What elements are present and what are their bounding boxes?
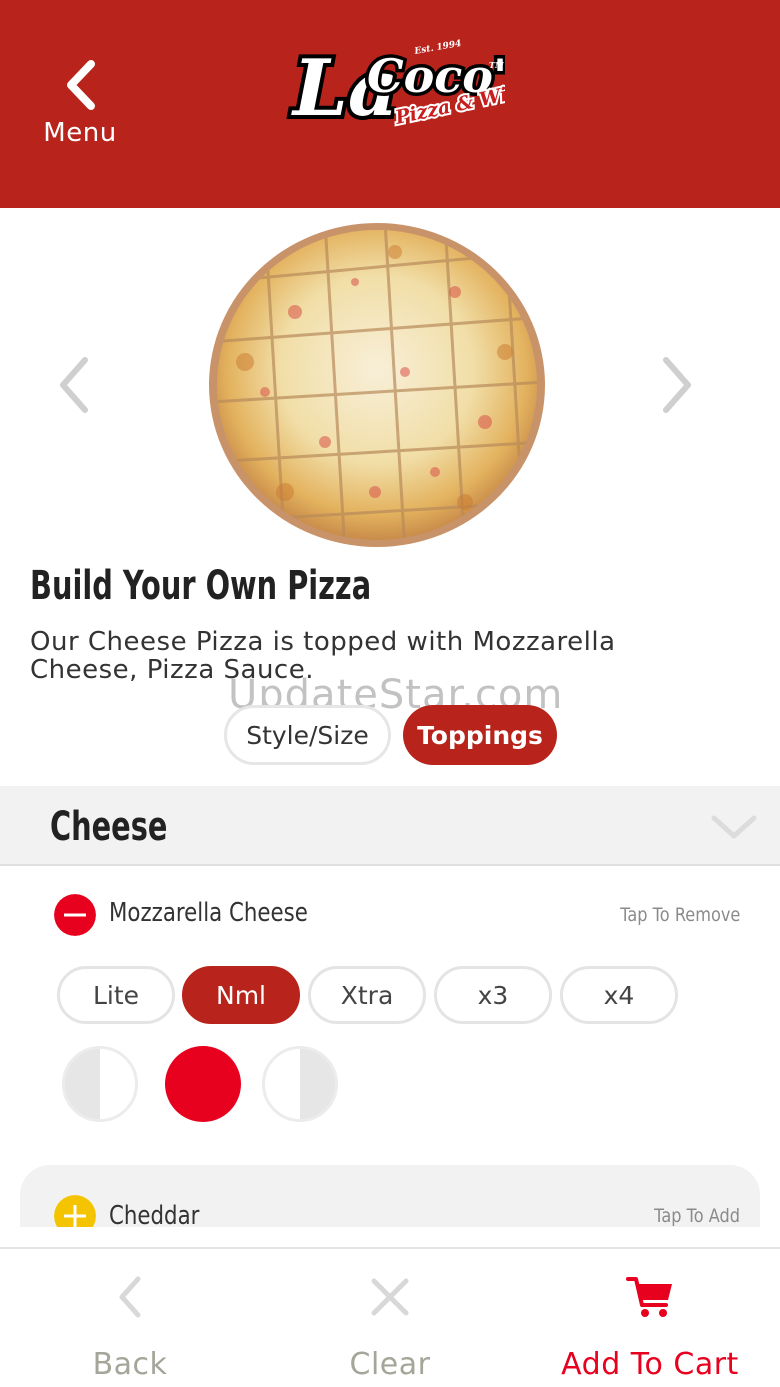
svg-text:TM: TM <box>489 60 505 70</box>
section-title: Cheese <box>50 804 168 850</box>
amount-extra[interactable]: Xtra <box>308 966 426 1024</box>
back-label: Back <box>92 1347 168 1382</box>
amount-x3[interactable]: x3 <box>434 966 552 1024</box>
topping-hint: Tap To Add <box>654 1205 740 1227</box>
add-to-cart-label: Add To Cart <box>561 1347 739 1382</box>
menu-label: Menu <box>43 118 117 148</box>
tab-toppings[interactable]: Toppings <box>403 705 557 765</box>
topping-name: Cheddar <box>109 1201 200 1227</box>
section-header-cheese[interactable]: Cheese <box>0 786 780 866</box>
chevron-left-icon <box>119 1276 141 1318</box>
back-button[interactable]: Back <box>30 1249 230 1387</box>
chevron-left-icon <box>67 60 95 110</box>
amount-x4[interactable]: x4 <box>560 966 678 1024</box>
close-icon <box>371 1278 409 1316</box>
menu-back-button[interactable]: Menu <box>30 60 130 170</box>
placement-left-half-icon[interactable] <box>62 1046 138 1122</box>
app-header: Menu La La Coco's Coco's Pizza & Wings P… <box>0 0 780 208</box>
shopping-cart-icon <box>626 1277 672 1317</box>
add-to-cart-button[interactable]: Add To Cart <box>540 1249 760 1387</box>
clear-button[interactable]: Clear <box>290 1249 490 1387</box>
tab-style-size[interactable]: Style/Size <box>224 705 391 765</box>
chevron-left-icon[interactable] <box>55 356 91 414</box>
placement-right-half-icon[interactable] <box>262 1046 338 1122</box>
product-image-carousel <box>0 208 780 558</box>
bottom-action-bar: Back Clear Add To Cart <box>0 1247 780 1387</box>
topping-row-mozzarella[interactable]: Mozzarella Cheese Tap To Remove <box>0 890 780 940</box>
pizza-image <box>209 223 545 547</box>
topping-hint: Tap To Remove <box>619 904 740 926</box>
minus-circle-icon[interactable] <box>54 894 96 936</box>
chevron-right-icon[interactable] <box>660 356 696 414</box>
placement-whole-icon[interactable] <box>165 1046 241 1122</box>
lacocos-logo: La La Coco's Coco's Pizza & Wings Pizza … <box>287 39 505 138</box>
chevron-down-icon <box>711 815 757 839</box>
clear-label: Clear <box>349 1347 431 1382</box>
topping-row-cheddar[interactable]: Cheddar Tap To Add <box>20 1165 760 1227</box>
amount-lite[interactable]: Lite <box>57 966 175 1024</box>
product-title: Build Your Own Pizza <box>30 563 372 609</box>
amount-normal[interactable]: Nml <box>182 966 300 1024</box>
topping-name: Mozzarella Cheese <box>109 898 308 928</box>
plus-circle-icon[interactable] <box>54 1195 96 1227</box>
